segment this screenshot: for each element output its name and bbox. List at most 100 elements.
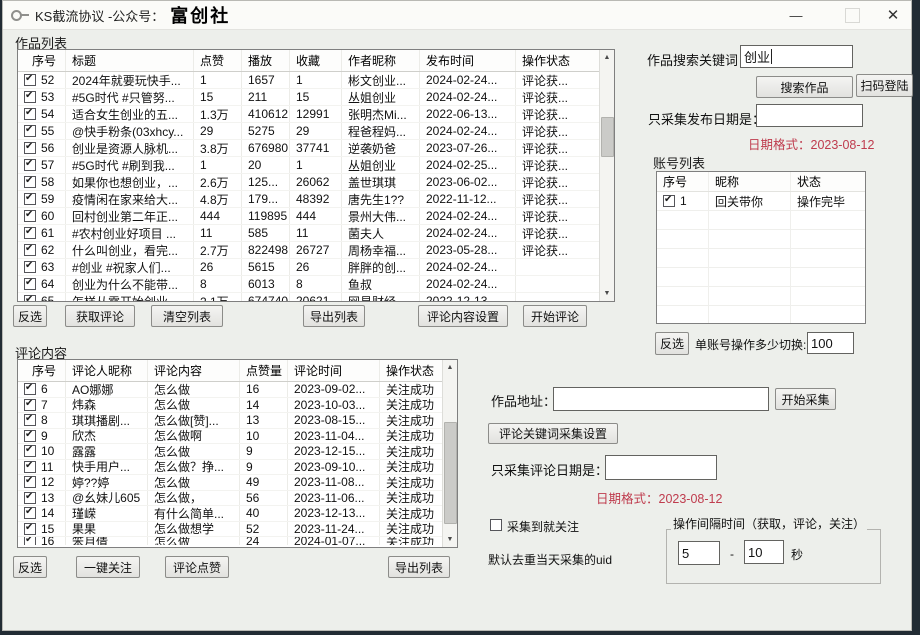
row-checkbox[interactable] [24,537,36,545]
comment-row[interactable]: 11 快手用户... 怎么做？挣... 9 2023-09-10... 关注成功 [18,460,457,476]
search-works-button[interactable]: 搜索作品 [756,76,853,98]
comment-row[interactable]: 12 婷??婷 怎么做 49 2023-11-08... 关注成功 [18,475,457,491]
work-address-input[interactable] [553,387,769,411]
follow-on-collect-checkbox[interactable] [490,519,502,531]
clear-list-button[interactable]: 清空列表 [151,305,223,327]
column-header-status[interactable]: 操作状态 [516,50,602,71]
account-row[interactable]: 1 回关带你 操作完毕 [657,192,865,211]
start-collect-button[interactable]: 开始采集 [775,388,836,410]
column-header-plays[interactable]: 播放 [242,50,290,71]
row-checkbox[interactable] [24,244,36,256]
comment-row[interactable]: 6 AO娜娜 怎么做 16 2023-09-02... 关注成功 [18,382,457,398]
row-checkbox[interactable] [24,295,36,302]
column-header-content[interactable]: 评论内容 [148,360,240,381]
interval-max-input[interactable] [744,540,784,564]
row-checkbox[interactable] [24,74,36,86]
row-checkbox[interactable] [24,461,36,473]
minimize-button[interactable]: — [779,1,813,29]
column-header-favorites[interactable]: 收藏 [290,50,342,71]
export-works-button[interactable]: 导出列表 [303,305,365,327]
comment-row[interactable]: 8 琪琪播剧... 怎么做[赞]... 13 2023-08-15... 关注成… [18,413,457,429]
works-row[interactable]: 52 2024年就要玩快手... 1 1657 1 彬文创业... 2024-0… [18,72,614,89]
scroll-down-button[interactable]: ▼ [443,532,457,547]
comment-keyword-settings-button[interactable]: 评论关键词采集设置 [488,423,618,444]
row-checkbox[interactable] [24,278,36,290]
comments-invert-button[interactable]: 反选 [13,556,47,578]
row-checkbox[interactable] [24,159,36,171]
row-checkbox[interactable] [24,476,36,488]
column-header-comment-time[interactable]: 评论时间 [288,360,380,381]
works-row[interactable]: 65 怎样从零开始创业... 2.1万 674740 20621 网易财经 20… [18,293,614,302]
like-comments-button[interactable]: 评论点赞 [165,556,229,578]
comments-vertical-scrollbar[interactable]: ▲ ▼ [442,360,457,547]
column-header-seq[interactable]: 序号 [18,360,66,381]
works-row[interactable]: 56 创业是资源人脉机... 3.8万 676980 37741 逆袭奶爸 20… [18,140,614,157]
row-checkbox[interactable] [24,108,36,120]
row-checkbox[interactable] [24,261,36,273]
row-checkbox[interactable] [24,176,36,188]
comment-row[interactable]: 14 瑾嵘 有什么简单... 40 2023-12-13... 关注成功 [18,506,457,522]
comment-date-input[interactable] [605,455,717,480]
works-row[interactable]: 55 @快手粉条(03xhcy... 29 5275 29 程爸程妈... 20… [18,123,614,140]
comment-row[interactable]: 10 露露 怎么做 9 2023-12-15... 关注成功 [18,444,457,460]
row-checkbox[interactable] [24,91,36,103]
works-row[interactable]: 57 #5G时代 #刷到我... 1 20 1 丛姐创业 2024-02-25.… [18,157,614,174]
comment-row[interactable]: 9 欣杰 怎么做啊 10 2023-11-04... 关注成功 [18,429,457,445]
scrollbar-thumb[interactable] [601,117,614,157]
row-checkbox[interactable] [24,383,36,395]
interval-min-input[interactable] [678,541,720,565]
scroll-up-button[interactable]: ▲ [443,360,457,375]
row-checkbox[interactable] [24,414,36,426]
row-checkbox[interactable] [24,492,36,504]
start-comment-button[interactable]: 开始评论 [523,305,587,327]
row-checkbox[interactable] [24,430,36,442]
comment-row[interactable]: 16 笨月倩 怎么做 24 2024-01-07... 关注成功 [18,537,457,545]
comment-settings-button[interactable]: 评论内容设置 [418,305,508,327]
account-switch-input[interactable] [807,332,854,354]
column-header-author[interactable]: 作者昵称 [342,50,420,71]
column-header-seq[interactable]: 序号 [657,172,709,191]
column-header-nickname[interactable]: 昵称 [709,172,791,191]
works-vertical-scrollbar[interactable]: ▲ ▼ [599,50,614,301]
works-row[interactable]: 63 #创业 #祝家人们... 26 5615 26 胖胖的创... 2024-… [18,259,614,276]
works-row[interactable]: 58 如果你也想创业，... 2.6万 125... 26062 盖世琪琪 20… [18,174,614,191]
row-checkbox[interactable] [24,193,36,205]
row-checkbox[interactable] [663,195,675,207]
works-invert-button[interactable]: 反选 [13,305,47,327]
accounts-invert-button[interactable]: 反选 [655,332,689,355]
follow-all-button[interactable]: 一键关注 [76,556,140,578]
scroll-up-button[interactable]: ▲ [600,50,614,65]
column-header-title[interactable]: 标题 [66,50,194,71]
row-checkbox[interactable] [24,523,36,535]
export-comments-button[interactable]: 导出列表 [388,556,450,578]
comment-row[interactable]: 13 @幺妹儿605 怎么做， 56 2023-11-06... 关注成功 [18,491,457,507]
fetch-comments-button[interactable]: 获取评论 [65,305,135,327]
row-checkbox[interactable] [24,399,36,411]
column-header-likes[interactable]: 点赞 [194,50,242,71]
works-row[interactable]: 53 #5G时代 #只管努... 15 211 15 丛姐创业 2024-02-… [18,89,614,106]
column-header-status[interactable]: 操作状态 [380,360,441,381]
column-header-publish-time[interactable]: 发布时间 [420,50,516,71]
works-row[interactable]: 59 疫情闲在家来给大... 4.8万 179... 48392 唐先生1?? … [18,191,614,208]
publish-date-input[interactable] [756,104,863,127]
close-button[interactable]: ✕ [875,1,911,29]
scrollbar-thumb[interactable] [444,422,457,524]
row-checkbox[interactable] [24,125,36,137]
column-header-like-count[interactable]: 点赞量 [240,360,288,381]
works-row[interactable]: 54 适合女生创业的五... 1.3万 410612 12991 张明杰Mi..… [18,106,614,123]
row-checkbox[interactable] [24,210,36,222]
row-checkbox[interactable] [24,142,36,154]
scroll-down-button[interactable]: ▼ [600,286,614,301]
comment-row[interactable]: 15 果果 怎么做想学 52 2023-11-24... 关注成功 [18,522,457,538]
keyword-input[interactable] [740,45,853,68]
works-row[interactable]: 61 #农村创业好项目 ... 11 585 11 菌夫人 2024-02-24… [18,225,614,242]
maximize-button[interactable] [835,1,869,29]
comment-row[interactable]: 7 炜森 怎么做 14 2023-10-03... 关注成功 [18,398,457,414]
row-checkbox[interactable] [24,227,36,239]
column-header-commenter[interactable]: 评论人昵称 [66,360,148,381]
column-header-seq[interactable]: 序号 [18,50,66,71]
column-header-status[interactable]: 状态 [791,172,865,191]
works-row[interactable]: 64 创业为什么不能带... 8 6013 8 鱼叔 2024-02-24... [18,276,614,293]
works-row[interactable]: 60 回村创业第二年正... 444 119895 444 景州大伟... 20… [18,208,614,225]
row-checkbox[interactable] [24,445,36,457]
